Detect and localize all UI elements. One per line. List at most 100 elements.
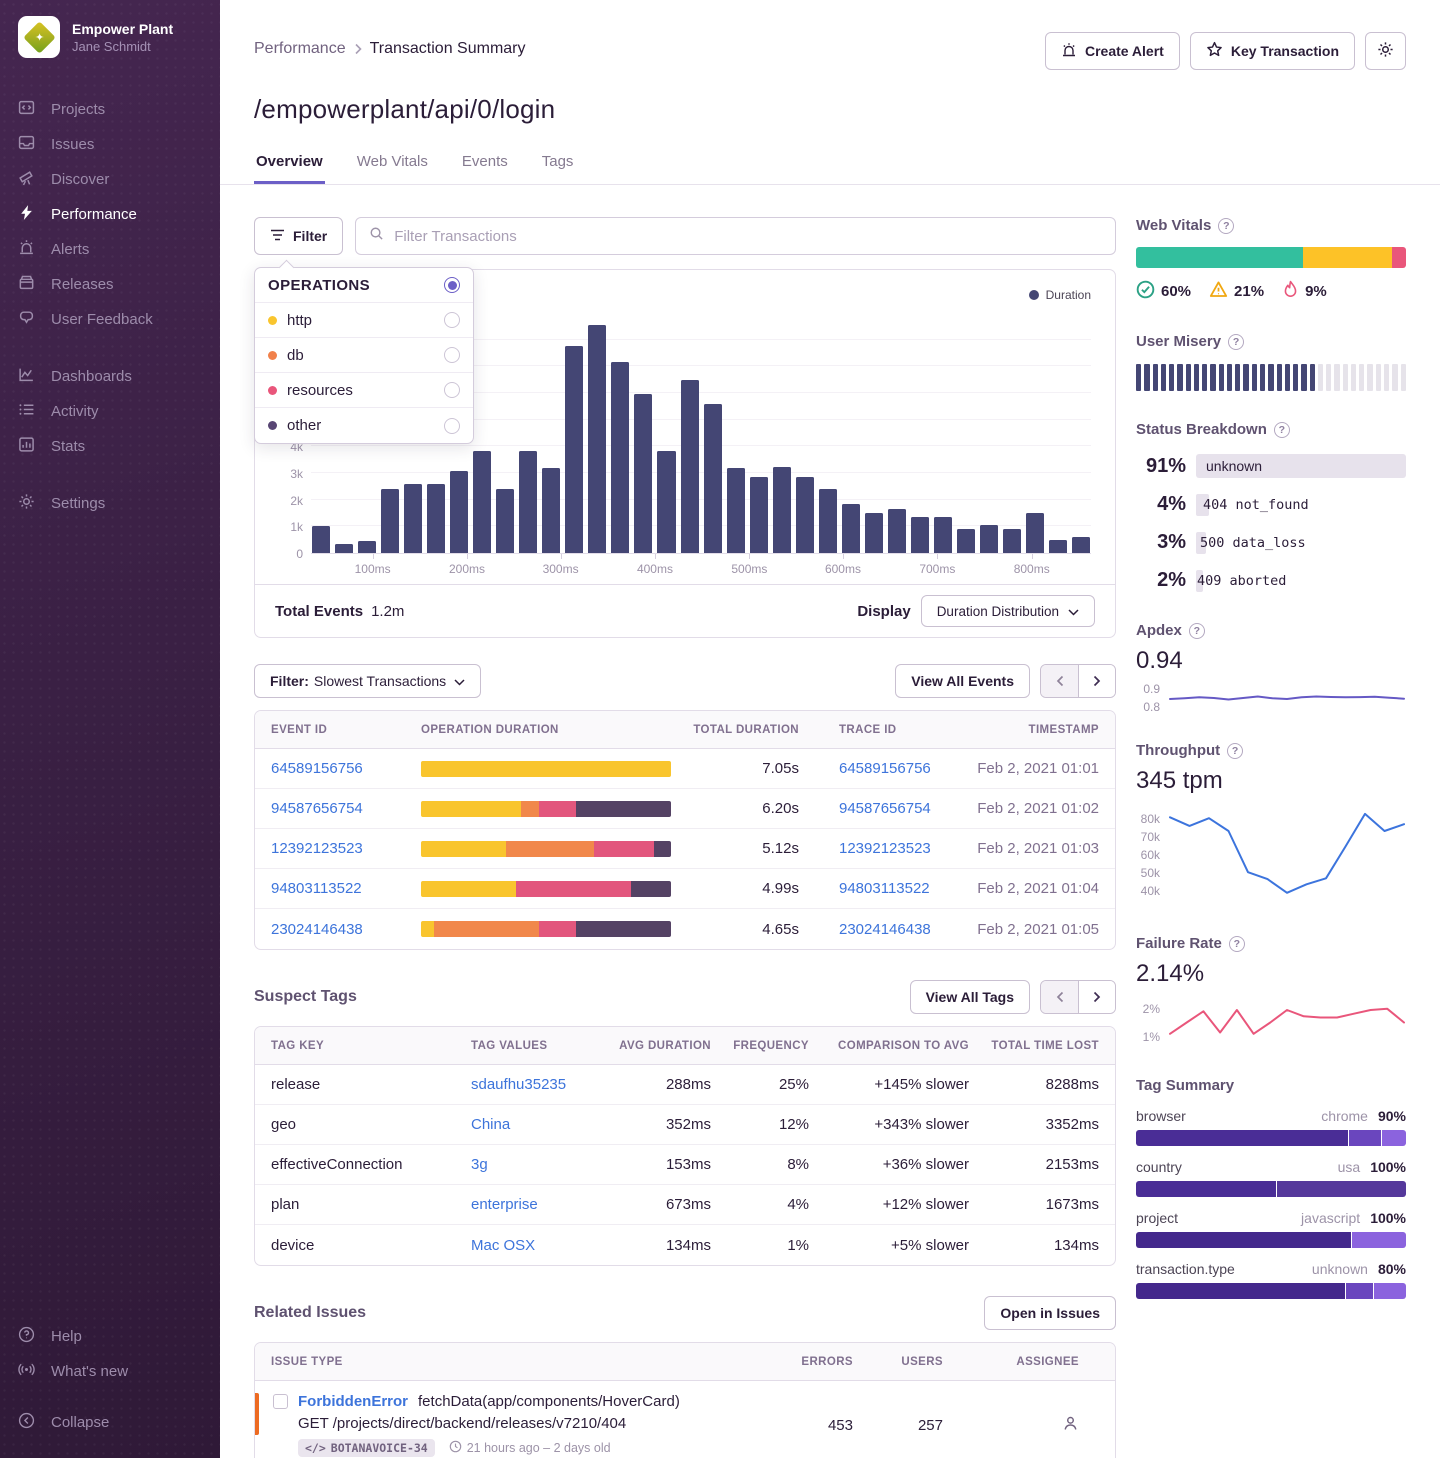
sidebar-item-issues[interactable]: Issues [0,127,220,162]
event-id-link[interactable]: 12392123523 [271,840,421,857]
histogram-bar [542,468,560,553]
create-alert-button[interactable]: Create Alert [1045,32,1180,70]
sidebar-item-releases[interactable]: Releases [0,267,220,302]
events-pager-prev[interactable] [1041,665,1078,697]
tag-value-link[interactable]: China [471,1116,510,1133]
related-issues-heading: Related Issues [254,1304,366,1322]
tag-summary-row: countryusa100% [1136,1159,1406,1197]
tab-tags[interactable]: Tags [540,147,576,184]
status-row: 2%409 aborted [1136,569,1406,592]
misery-segment [1268,364,1273,391]
open-in-issues-button[interactable]: Open in Issues [984,1296,1116,1330]
event-id-link[interactable]: 94587656754 [271,800,421,817]
tags-pager-prev[interactable] [1041,981,1078,1013]
question-icon[interactable]: ? [1274,422,1290,438]
duration-legend-label: Duration [1046,288,1091,302]
db-radio[interactable] [444,347,460,363]
sidebar-item-help[interactable]: Help [0,1319,220,1354]
trace-id-link[interactable]: 64589156756 [839,760,931,777]
col-total-time-lost: TOTAL TIME LOST [969,1040,1099,1052]
events-pager-next[interactable] [1078,665,1115,697]
event-id-link[interactable]: 23024146438 [271,921,421,938]
chevron-down-icon [1068,604,1079,619]
tag-value-link[interactable]: Mac OSX [471,1237,535,1254]
tab-web-vitals[interactable]: Web Vitals [355,147,430,184]
comparison-value: +36% slower [809,1156,969,1173]
issue-checkbox[interactable] [273,1394,288,1409]
op-segment-db [521,801,539,817]
search-input[interactable] [394,228,1102,245]
sidebar-item-activity[interactable]: Activity [0,394,220,429]
sidebar-item-alerts[interactable]: Alerts [0,232,220,267]
misery-segment [1351,364,1356,391]
histogram-bar [911,517,929,553]
op-segment-other [654,841,672,857]
operation-duration-bar [421,841,671,857]
view-all-events-button[interactable]: View All Events [895,664,1030,698]
tab-overview[interactable]: Overview [254,147,325,184]
question-icon[interactable]: ? [1189,623,1205,639]
trace-id-link[interactable]: 94803113522 [839,880,930,897]
http-radio[interactable] [444,312,460,328]
filter-button[interactable]: Filter [254,217,343,255]
sidebar-item-stats[interactable]: Stats [0,429,220,464]
tag-value-link[interactable]: enterprise [471,1196,538,1213]
trace-id-link[interactable]: 94587656754 [839,800,931,817]
throughput-section: Throughput ? 345 tpm 80k70k60k50k40k [1136,742,1406,905]
sidebar-item-projects[interactable]: Projects [0,92,220,127]
status-pct: 91% [1136,455,1186,478]
misery-segment [1136,364,1141,391]
tag-summary-pct: 90% [1378,1108,1406,1124]
display-select[interactable]: Duration Distribution [921,595,1095,627]
operation-option-http[interactable]: http [255,303,473,338]
event-id-link[interactable]: 94803113522 [271,880,421,897]
question-icon[interactable]: ? [1228,334,1244,350]
tag-summary-value: unknown [1312,1261,1368,1277]
tag-value-link[interactable]: sdaufhu35235 [471,1076,566,1093]
tab-events[interactable]: Events [460,147,510,184]
other-radio[interactable] [444,418,460,434]
operation-option-db[interactable]: db [255,338,473,373]
issues-icon [18,134,35,155]
trace-id-link[interactable]: 12392123523 [839,840,931,857]
org-switcher[interactable]: ✦ Empower Plant Jane Schmidt [0,16,220,58]
tag-key-value: release [271,1076,471,1093]
total-events: Total Events 1.2m [275,603,404,620]
question-icon[interactable]: ? [1218,218,1234,234]
sidebar-item-dashboards[interactable]: Dashboards [0,359,220,394]
tag-value-link[interactable]: 3g [471,1156,488,1173]
operation-option-resources[interactable]: resources [255,373,473,408]
x-tick-mark [749,554,750,559]
tag-bar-segment [1374,1283,1406,1299]
trace-id-link[interactable]: 23024146438 [839,921,931,938]
sidebar-item-settings[interactable]: Settings [0,486,220,521]
question-icon[interactable]: ? [1227,743,1243,759]
question-icon[interactable]: ? [1229,936,1245,952]
misery-segment [1144,364,1149,391]
transaction-filter-select[interactable]: Filter: Slowest Transactions [254,664,481,698]
sidebar-item-discover[interactable]: Discover [0,162,220,197]
event-row: 945876567546.20s94587656754Feb 2, 2021 0… [255,789,1115,829]
assignee-icon[interactable] [969,1415,1099,1436]
event-id-link[interactable]: 64589156756 [271,760,421,777]
view-all-tags-button[interactable]: View All Tags [910,980,1030,1014]
display-label: Display [857,603,910,620]
key-transaction-button[interactable]: Key Transaction [1190,32,1355,70]
total-duration-value: 4.65s [686,921,811,938]
breadcrumb-performance[interactable]: Performance [254,40,346,58]
sidebar-item-whats-new[interactable]: What's new [0,1354,220,1389]
sidebar-item-user-feedback[interactable]: User Feedback [0,302,220,337]
histogram-bar [381,489,399,553]
sidebar-item-collapse[interactable]: Collapse [0,1405,220,1440]
total-duration-value: 4.99s [686,880,811,897]
tags-pager-next[interactable] [1078,981,1115,1013]
sidebar-item-performance[interactable]: Performance [0,197,220,232]
issue-type-link[interactable]: ForbiddenError [298,1393,408,1410]
op-segment-db [434,921,539,937]
histogram-bar [496,489,514,553]
operation-option-other[interactable]: other [255,408,473,443]
operations-all-radio[interactable] [444,277,460,293]
resources-radio[interactable] [444,382,460,398]
avg-duration-value: 673ms [601,1196,711,1213]
transaction-settings-button[interactable] [1365,32,1406,70]
